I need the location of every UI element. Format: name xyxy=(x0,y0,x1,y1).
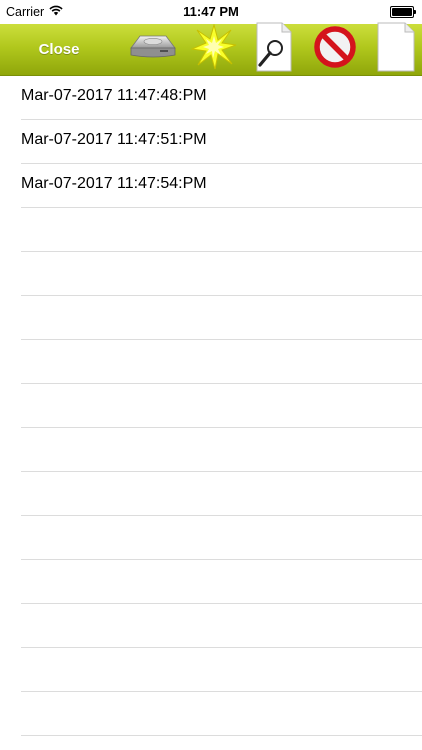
no-sign-button[interactable] xyxy=(310,24,360,75)
list-item-label: Mar-07-2017 11:47:48:PM xyxy=(21,87,207,104)
list-item xyxy=(21,604,422,648)
list-item xyxy=(21,384,422,428)
battery-icon xyxy=(390,6,416,18)
list-item xyxy=(21,428,422,472)
list-item xyxy=(21,648,422,692)
list-item-label: Mar-07-2017 11:47:54:PM xyxy=(21,175,207,192)
no-sign-icon xyxy=(313,25,357,74)
blank-document-button[interactable] xyxy=(375,22,417,77)
list-item[interactable]: Mar-07-2017 11:47:48:PM xyxy=(21,76,422,120)
list-item-label: Mar-07-2017 11:47:51:PM xyxy=(21,131,207,148)
list-item xyxy=(21,340,422,384)
list-item xyxy=(21,208,422,252)
list-item[interactable]: Mar-07-2017 11:47:51:PM xyxy=(21,120,422,164)
timestamp-list: Mar-07-2017 11:47:48:PM Mar-07-2017 11:4… xyxy=(0,76,422,736)
close-button[interactable]: Close xyxy=(22,24,96,75)
disk-drive-icon xyxy=(128,32,178,67)
list-item xyxy=(21,252,422,296)
document-search-icon xyxy=(253,22,293,77)
list-item xyxy=(21,516,422,560)
toolbar: Close xyxy=(0,22,422,77)
status-bar: Carrier 11:47 PM xyxy=(0,0,422,24)
document-search-button[interactable] xyxy=(252,22,294,77)
list-item xyxy=(21,296,422,340)
starburst-icon xyxy=(190,23,237,75)
starburst-button[interactable] xyxy=(190,23,238,75)
list-item xyxy=(21,560,422,604)
list-item xyxy=(21,692,422,736)
list-item[interactable]: Mar-07-2017 11:47:54:PM xyxy=(21,164,422,208)
blank-document-icon xyxy=(376,22,416,77)
disk-drive-button[interactable] xyxy=(126,24,180,75)
status-time: 11:47 PM xyxy=(183,4,239,19)
list-item xyxy=(21,472,422,516)
